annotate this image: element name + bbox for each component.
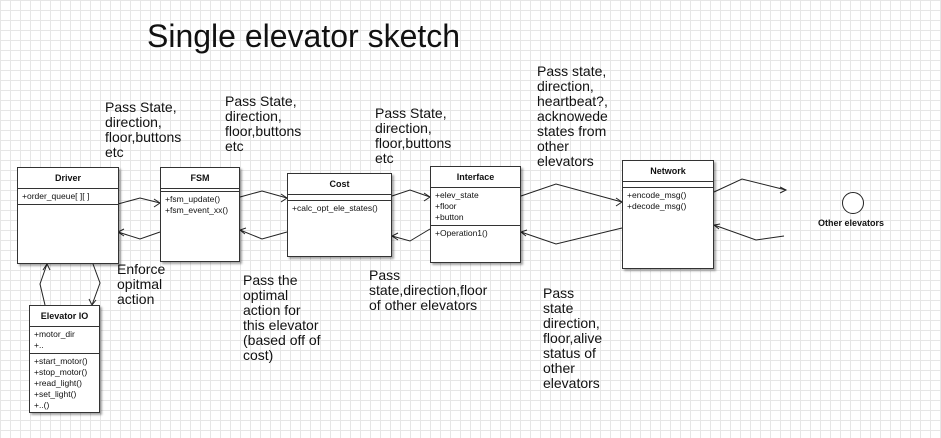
note-cost-to-interface: Pass State, direction, floor,buttons etc xyxy=(375,105,452,166)
class-fsm-name: FSM xyxy=(161,168,239,189)
class-interface-attribute: +floor xyxy=(435,201,457,211)
class-elevator-io-operation: +..() xyxy=(34,400,50,410)
class-interface-attribute: +button xyxy=(435,212,464,222)
class-elevator-io-name: Elevator IO xyxy=(30,306,99,327)
class-elevator-io-operation: +read_light() xyxy=(34,378,82,388)
class-network-operations: +encode_msg() +decode_msg() xyxy=(623,188,713,214)
note-fsm-to-driver: Enforce opitmal action xyxy=(117,261,166,307)
connector-driver-to-io xyxy=(91,263,101,306)
class-interface-attributes: +elev_state +floor +button xyxy=(431,188,520,226)
other-elevators-actor-icon xyxy=(842,192,864,214)
class-cost-operations: +calc_opt_ele_states() xyxy=(288,201,391,216)
note-driver-to-fsm: Pass State, direction, floor,buttons etc xyxy=(105,99,182,160)
class-driver[interactable]: Driver +order_queue[ ][ ] xyxy=(17,167,119,264)
class-fsm-operation: +fsm_update() xyxy=(165,194,221,204)
note-interface-to-network: Pass state, direction, heartbeat?, ackno… xyxy=(537,63,608,169)
class-fsm[interactable]: FSM +fsm_update() +fsm_event_xx() xyxy=(160,167,240,262)
connector-fsm-to-cost xyxy=(239,190,288,199)
class-cost-operation: +calc_opt_ele_states() xyxy=(292,203,378,213)
arrowhead-network-to-other xyxy=(779,186,788,194)
class-network-name: Network xyxy=(623,161,713,182)
class-elevator-io-operation: +start_motor() xyxy=(34,356,88,366)
class-network-operation: +decode_msg() xyxy=(627,201,687,211)
class-elevator-io-attribute: +motor_dir xyxy=(34,329,75,339)
class-elevator-io-attributes: +motor_dir +.. xyxy=(30,327,99,354)
note-network-to-interface: Pass state direction, floor,alive status… xyxy=(543,285,603,391)
other-elevators-label: Other elevators xyxy=(818,218,885,228)
connector-network-to-interface xyxy=(520,227,623,245)
class-fsm-operations: +fsm_update() +fsm_event_xx() xyxy=(161,192,239,218)
connector-interface-to-network xyxy=(520,183,623,203)
class-interface-operations: +Operation1() xyxy=(431,226,520,241)
note-cost-to-fsm: Pass the optimal action for this elevato… xyxy=(243,272,321,363)
class-interface[interactable]: Interface +elev_state +floor +button +Op… xyxy=(430,166,521,263)
connector-network-to-other xyxy=(713,178,787,193)
connector-other-to-network xyxy=(713,224,785,241)
class-elevator-io[interactable]: Elevator IO +motor_dir +.. +start_motor(… xyxy=(29,305,100,413)
class-cost[interactable]: Cost +calc_opt_ele_states() xyxy=(287,173,392,257)
connector-cost-to-fsm xyxy=(239,229,288,240)
class-driver-name: Driver xyxy=(18,168,118,189)
class-interface-operation: +Operation1() xyxy=(435,228,488,238)
class-elevator-io-operation: +set_light() xyxy=(34,389,77,399)
class-network[interactable]: Network +encode_msg() +decode_msg() xyxy=(622,160,714,269)
connector-driver-to-fsm xyxy=(117,197,161,205)
class-fsm-operation: +fsm_event_xx() xyxy=(165,205,229,215)
class-interface-attribute: +elev_state xyxy=(435,190,479,200)
class-driver-attribute: +order_queue[ ][ ] xyxy=(22,191,90,201)
class-driver-attributes: +order_queue[ ][ ] xyxy=(18,189,118,205)
note-interface-to-cost: Pass state,direction,floor of other elev… xyxy=(369,267,488,313)
class-elevator-io-operations: +start_motor() +stop_motor() +read_light… xyxy=(30,354,99,413)
class-cost-name: Cost xyxy=(288,174,391,195)
class-elevator-io-attribute: +.. xyxy=(34,340,44,350)
note-fsm-to-cost: Pass State, direction, floor,buttons etc xyxy=(225,93,302,154)
class-network-operation: +encode_msg() xyxy=(627,190,687,200)
class-elevator-io-operation: +stop_motor() xyxy=(34,367,88,377)
arrowhead-io-to-driver xyxy=(42,263,51,271)
class-interface-name: Interface xyxy=(431,167,520,188)
connector-fsm-to-driver xyxy=(117,231,161,240)
